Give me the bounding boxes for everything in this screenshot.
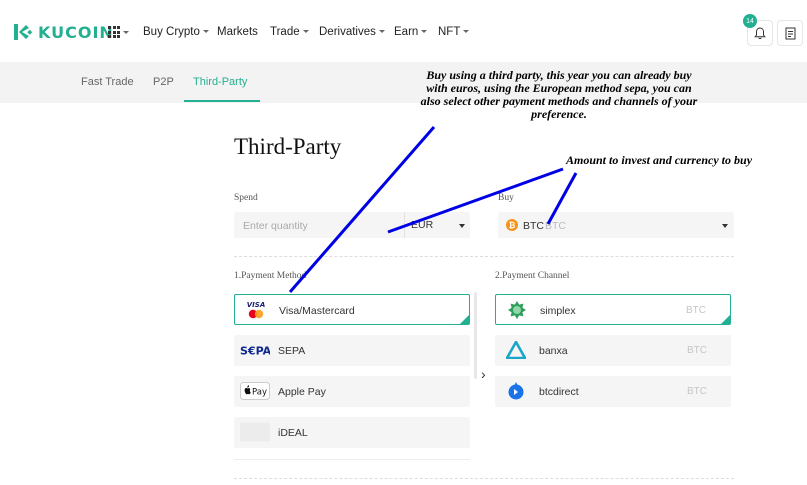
annotation-line-payment-method bbox=[288, 126, 436, 293]
annotation-arrows bbox=[288, 126, 578, 293]
annotation-line-coin bbox=[546, 172, 578, 225]
annotation-line-currency bbox=[387, 167, 564, 234]
